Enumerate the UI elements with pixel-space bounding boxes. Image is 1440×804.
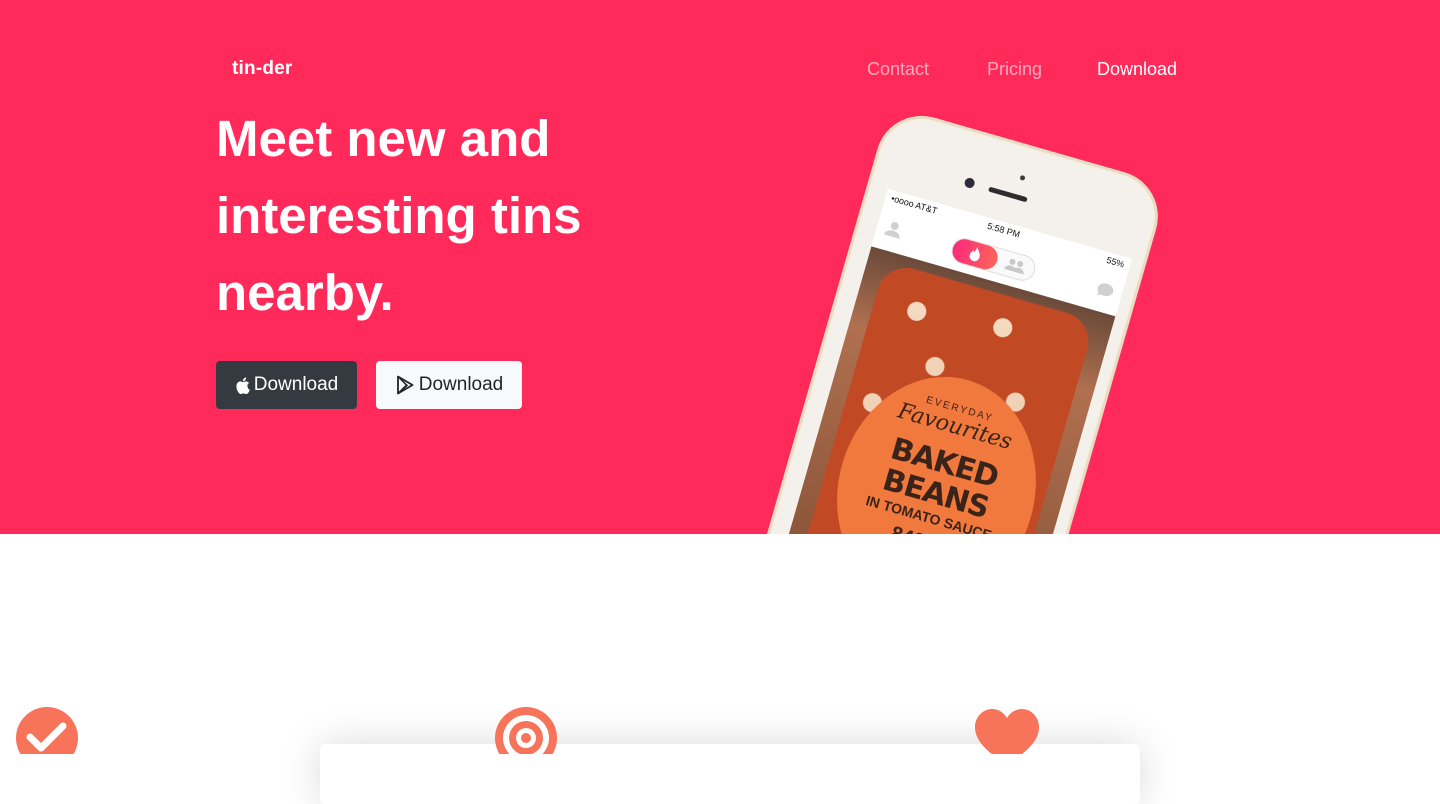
phone-sensor <box>1019 174 1026 181</box>
hero-section: tin-der Contact Pricing Download Meet ne… <box>0 0 1440 534</box>
features-section <box>0 534 1440 804</box>
chat-icon <box>1096 283 1114 297</box>
bean-tin: EVERYDAY Favourites BAKED BEANS IN TOMAT… <box>775 260 1096 534</box>
tin-label: EVERYDAY Favourites BAKED BEANS IN TOMAT… <box>810 353 1063 534</box>
heart-icon <box>975 709 1039 754</box>
phone-mockup: •oooo AT&T 5:58 PM 55% EVERYDAY Favourit… <box>724 105 1169 534</box>
phone-speaker <box>987 186 1028 203</box>
play-download-label: Download <box>418 374 504 395</box>
phone-screen: •oooo AT&T 5:58 PM 55% EVERYDAY Favourit… <box>761 188 1133 534</box>
brand-logo[interactable]: tin-der <box>232 58 293 80</box>
hero-headline: Meet new and interesting tins nearby. <box>216 110 582 321</box>
target-icon <box>495 707 557 754</box>
check-circle-icon <box>16 707 78 754</box>
flame-icon <box>969 246 980 262</box>
play-download-button[interactable]: Download <box>376 361 522 409</box>
apple-download-label: Download <box>253 374 339 395</box>
apple-icon <box>236 377 250 394</box>
nav-download[interactable]: Download <box>1097 59 1177 80</box>
nav-contact[interactable]: Contact <box>867 59 929 80</box>
status-battery: 55% <box>1105 254 1126 270</box>
nav-pricing[interactable]: Pricing <box>987 59 1042 80</box>
profile-icon <box>884 222 900 239</box>
apple-download-button[interactable]: Download <box>216 361 357 409</box>
group-toggle-option <box>1003 255 1029 276</box>
flame-toggle-option <box>949 236 1001 273</box>
play-store-icon <box>396 375 414 395</box>
group-icon <box>1004 258 1024 275</box>
phone-camera <box>963 176 976 190</box>
phone-frame: •oooo AT&T 5:58 PM 55% EVERYDAY Favourit… <box>724 105 1169 534</box>
